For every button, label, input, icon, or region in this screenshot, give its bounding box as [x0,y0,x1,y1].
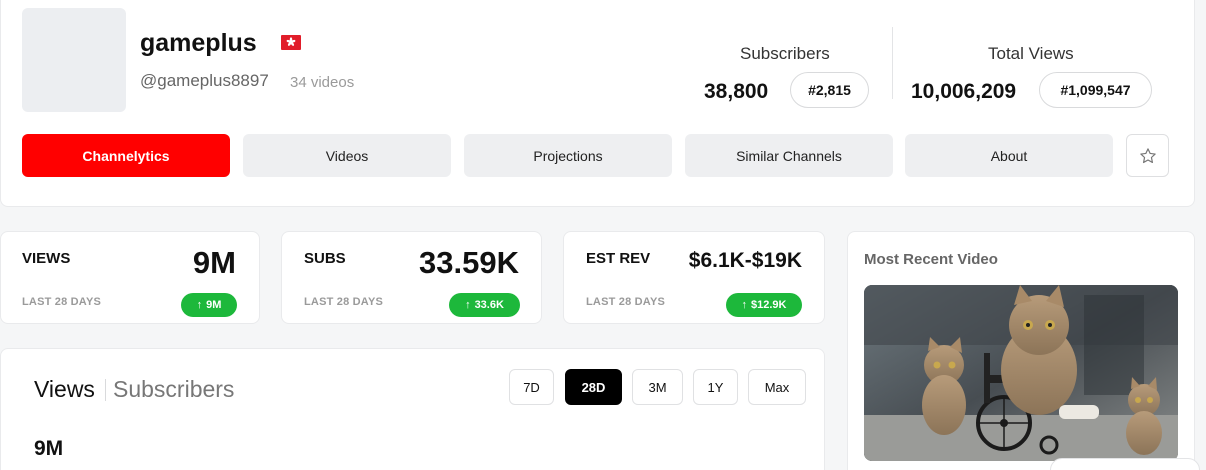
subscribers-rank-badge[interactable]: #2,815 [790,72,869,108]
metric-value: $6.1K-$19K [688,249,802,272]
chart-card: Views Subscribers 7D 28D 3M 1Y Max 9M [0,348,825,470]
tab-similar-channels[interactable]: Similar Channels [685,134,893,177]
recent-video-card: Most Recent Video [847,231,1195,470]
tab-projections[interactable]: Projections [464,134,672,177]
metric-change-badge: ↑ 33.6K [449,293,520,317]
range-1y-button[interactable]: 1Y [693,369,738,405]
metric-change-badge: ↑ 9M [181,293,237,317]
metric-value: 33.59K [419,245,519,280]
chart-tab-divider [105,379,106,401]
metric-change-value: 33.6K [474,299,504,311]
chart-total-value: 9M [34,437,64,460]
channel-name: gameplus [140,29,257,57]
subs-metric-card: SUBS 33.59K LAST 28 DAYS ↑ 33.6K [281,231,542,324]
arrow-up-icon: ↑ [196,299,203,311]
metric-label: VIEWS [22,250,71,267]
metric-label: SUBS [304,250,346,267]
arrow-up-icon: ↑ [741,299,748,311]
range-28d-button[interactable]: 28D [565,369,622,405]
channel-handle: @gameplus8897 [140,71,269,90]
channel-avatar[interactable] [22,8,126,112]
star-icon [1139,147,1156,163]
hong-kong-flag-icon [281,35,301,50]
metric-label: EST REV [586,250,651,267]
recent-video-heading: Most Recent Video [864,251,998,268]
total-views-value: 10,006,209 [911,80,1017,103]
range-max-button[interactable]: Max [748,369,806,405]
metric-period: LAST 28 DAYS [304,296,384,308]
subscribers-value: 38,800 [704,80,769,103]
chart-tab-subscribers[interactable]: Subscribers [113,376,234,403]
range-7d-button[interactable]: 7D [509,369,554,405]
metric-period: LAST 28 DAYS [22,296,102,308]
tab-channelytics[interactable]: Channelytics [22,134,230,177]
revenue-metric-card: EST REV $6.1K-$19K LAST 28 DAYS ↑ $12.9K [563,231,825,324]
metric-value: 9M [192,245,236,280]
metric-change-value: $12.9K [751,299,787,311]
channel-header-card: gameplus @gameplus8897 34 videos Subscri… [0,0,1195,207]
chart-tab-views[interactable]: Views [34,376,95,403]
metric-change-badge: ↑ $12.9K [726,293,802,317]
video-count: 34 videos [290,74,355,91]
floating-widget [1050,458,1200,470]
video-thumbnail[interactable] [864,285,1178,461]
range-3m-button[interactable]: 3M [632,369,683,405]
arrow-up-icon: ↑ [465,299,471,311]
stats-divider [892,27,893,99]
favorite-button[interactable] [1126,134,1169,177]
metric-change-value: 9M [206,299,222,311]
views-metric-card: VIEWS 9M LAST 28 DAYS ↑ 9M [0,231,260,324]
total-views-rank-badge[interactable]: #1,099,547 [1039,72,1152,108]
metric-period: LAST 28 DAYS [586,296,666,308]
subscribers-label: Subscribers [740,44,830,63]
tab-about[interactable]: About [905,134,1113,177]
total-views-label: Total Views [988,44,1074,63]
tab-videos[interactable]: Videos [243,134,451,177]
